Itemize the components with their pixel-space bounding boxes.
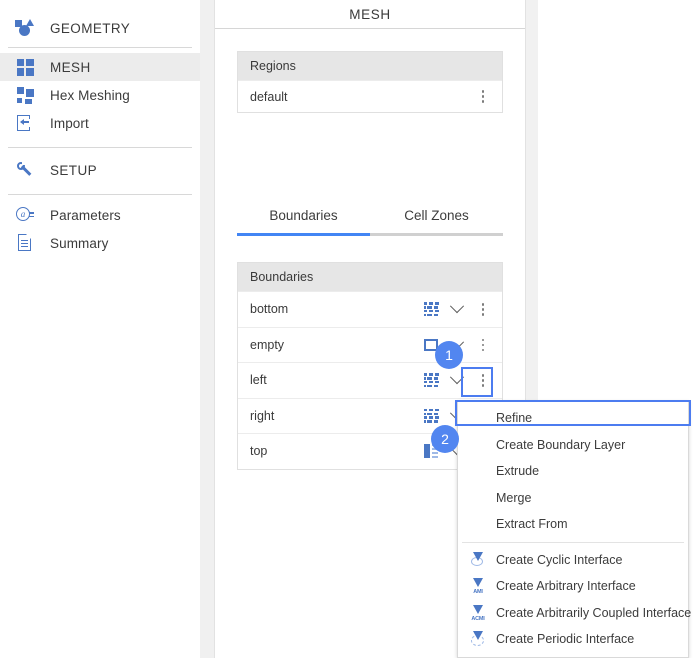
boundary-context-menu: Refine Create Boundary Layer Extrude Mer… [457, 401, 692, 658]
hex-meshing-icon [14, 84, 36, 106]
sidebar-item-geometry[interactable]: GEOMETRY [0, 14, 200, 42]
sidebar-item-label: Summary [50, 235, 109, 251]
nav-group-mesh: MESH Hex Meshing Import [0, 53, 200, 137]
sidebar-item-setup[interactable]: SETUP [0, 156, 200, 184]
menu-item-create-boundary-layer[interactable]: Create Boundary Layer [458, 432, 688, 459]
sidebar-item-parameters[interactable]: a Parameters [0, 201, 200, 229]
regions-header: Regions [238, 52, 502, 80]
sidebar-item-import[interactable]: Import [0, 109, 200, 137]
menu-item-create-cyclic-interface[interactable]: Create Cyclic Interface [458, 547, 688, 574]
boundary-name: right [250, 408, 275, 423]
table-row[interactable]: default [238, 80, 502, 112]
acmi-interface-icon: ACMI [470, 604, 486, 622]
mesh-icon [14, 56, 36, 78]
application-window: GEOMETRY MESH Hex Meshing Import SETUP a… [0, 0, 700, 658]
boundaries-header: Boundaries [238, 263, 502, 291]
wrench-icon [14, 159, 36, 181]
sidebar-item-label: Parameters [50, 207, 121, 223]
boundary-kebab-menu-icon[interactable] [470, 328, 496, 363]
left-sidebar: GEOMETRY MESH Hex Meshing Import SETUP a… [0, 0, 200, 658]
geometry-icon [14, 17, 36, 39]
ami-interface-icon: AMI [470, 578, 486, 596]
menu-separator [462, 541, 684, 543]
ami-icon-text: AMI [473, 589, 483, 596]
menu-item-merge[interactable]: Merge [458, 485, 688, 512]
chevron-down-icon[interactable] [444, 299, 470, 314]
import-icon [14, 112, 36, 134]
chevron-down-icon[interactable] [444, 370, 470, 385]
wall-brick-icon [418, 408, 444, 423]
sidebar-item-label: GEOMETRY [50, 20, 131, 36]
step-badge-1: 1 [435, 341, 463, 369]
tab-boundaries[interactable]: Boundaries [237, 208, 370, 233]
menu-item-extrude[interactable]: Extrude [458, 458, 688, 485]
nav-group-reports: a Parameters Summary [0, 201, 200, 257]
periodic-interface-icon [470, 631, 486, 647]
menu-item-extract-from[interactable]: Extract From [458, 511, 688, 538]
sidebar-item-hex-meshing[interactable]: Hex Meshing [0, 81, 200, 109]
cyclic-interface-icon [470, 551, 486, 568]
panel-tabs: Boundaries Cell Zones [237, 208, 503, 236]
region-kebab-menu-icon[interactable] [470, 81, 496, 112]
nav-group-setup: SETUP [0, 156, 200, 184]
tab-active-indicator [237, 233, 370, 236]
table-row[interactable]: bottom [238, 291, 502, 327]
nav-group-geometry: GEOMETRY [0, 14, 200, 42]
menu-item-refine[interactable]: Refine [458, 405, 688, 432]
acmi-icon-text: ACMI [471, 615, 485, 622]
menu-item-create-periodic-interface[interactable]: Create Periodic Interface [458, 626, 688, 653]
boundary-kebab-menu-icon[interactable] [470, 363, 496, 398]
nav-divider [8, 47, 192, 48]
tab-cell-zones[interactable]: Cell Zones [370, 208, 503, 233]
menu-item-label: Create Arbitrary Interface [496, 579, 636, 594]
sidebar-item-label: SETUP [50, 162, 98, 178]
menu-item-label: Create Cyclic Interface [496, 552, 623, 567]
sidebar-item-label: Import [50, 115, 89, 131]
step-badge-2: 2 [431, 425, 459, 453]
sidebar-item-label: Hex Meshing [50, 87, 130, 103]
region-name: default [250, 89, 288, 104]
menu-item-create-arbitrarily-coupled-interface[interactable]: ACMI Create Arbitrarily Coupled Interfac… [458, 600, 692, 627]
menu-item-label: Create Periodic Interface [496, 632, 635, 647]
panel-header: MESH [215, 0, 525, 29]
sidebar-item-label: MESH [50, 59, 91, 75]
parameters-icon: a [14, 204, 36, 226]
page-title: MESH [349, 6, 391, 22]
sidebar-item-mesh[interactable]: MESH [0, 53, 200, 81]
nav-divider [8, 147, 192, 148]
menu-item-create-arbitrary-interface[interactable]: AMI Create Arbitrary Interface [458, 573, 688, 600]
boundary-kebab-menu-icon[interactable] [470, 292, 496, 327]
wall-brick-icon [418, 302, 444, 317]
boundary-name: empty [250, 337, 285, 352]
table-row[interactable]: left [238, 362, 502, 398]
sidebar-item-summary[interactable]: Summary [0, 229, 200, 257]
regions-card: Regions default [237, 51, 503, 113]
menu-item-label: Create Arbitrarily Coupled Interface [496, 605, 692, 620]
boundary-name: top [250, 444, 268, 459]
tab-underline [237, 233, 503, 236]
nav-divider [8, 194, 192, 195]
wall-brick-icon [418, 373, 444, 388]
summary-icon [14, 232, 36, 254]
boundary-name: left [250, 373, 267, 388]
panel-gutter [200, 0, 214, 658]
boundary-name: bottom [250, 302, 289, 317]
